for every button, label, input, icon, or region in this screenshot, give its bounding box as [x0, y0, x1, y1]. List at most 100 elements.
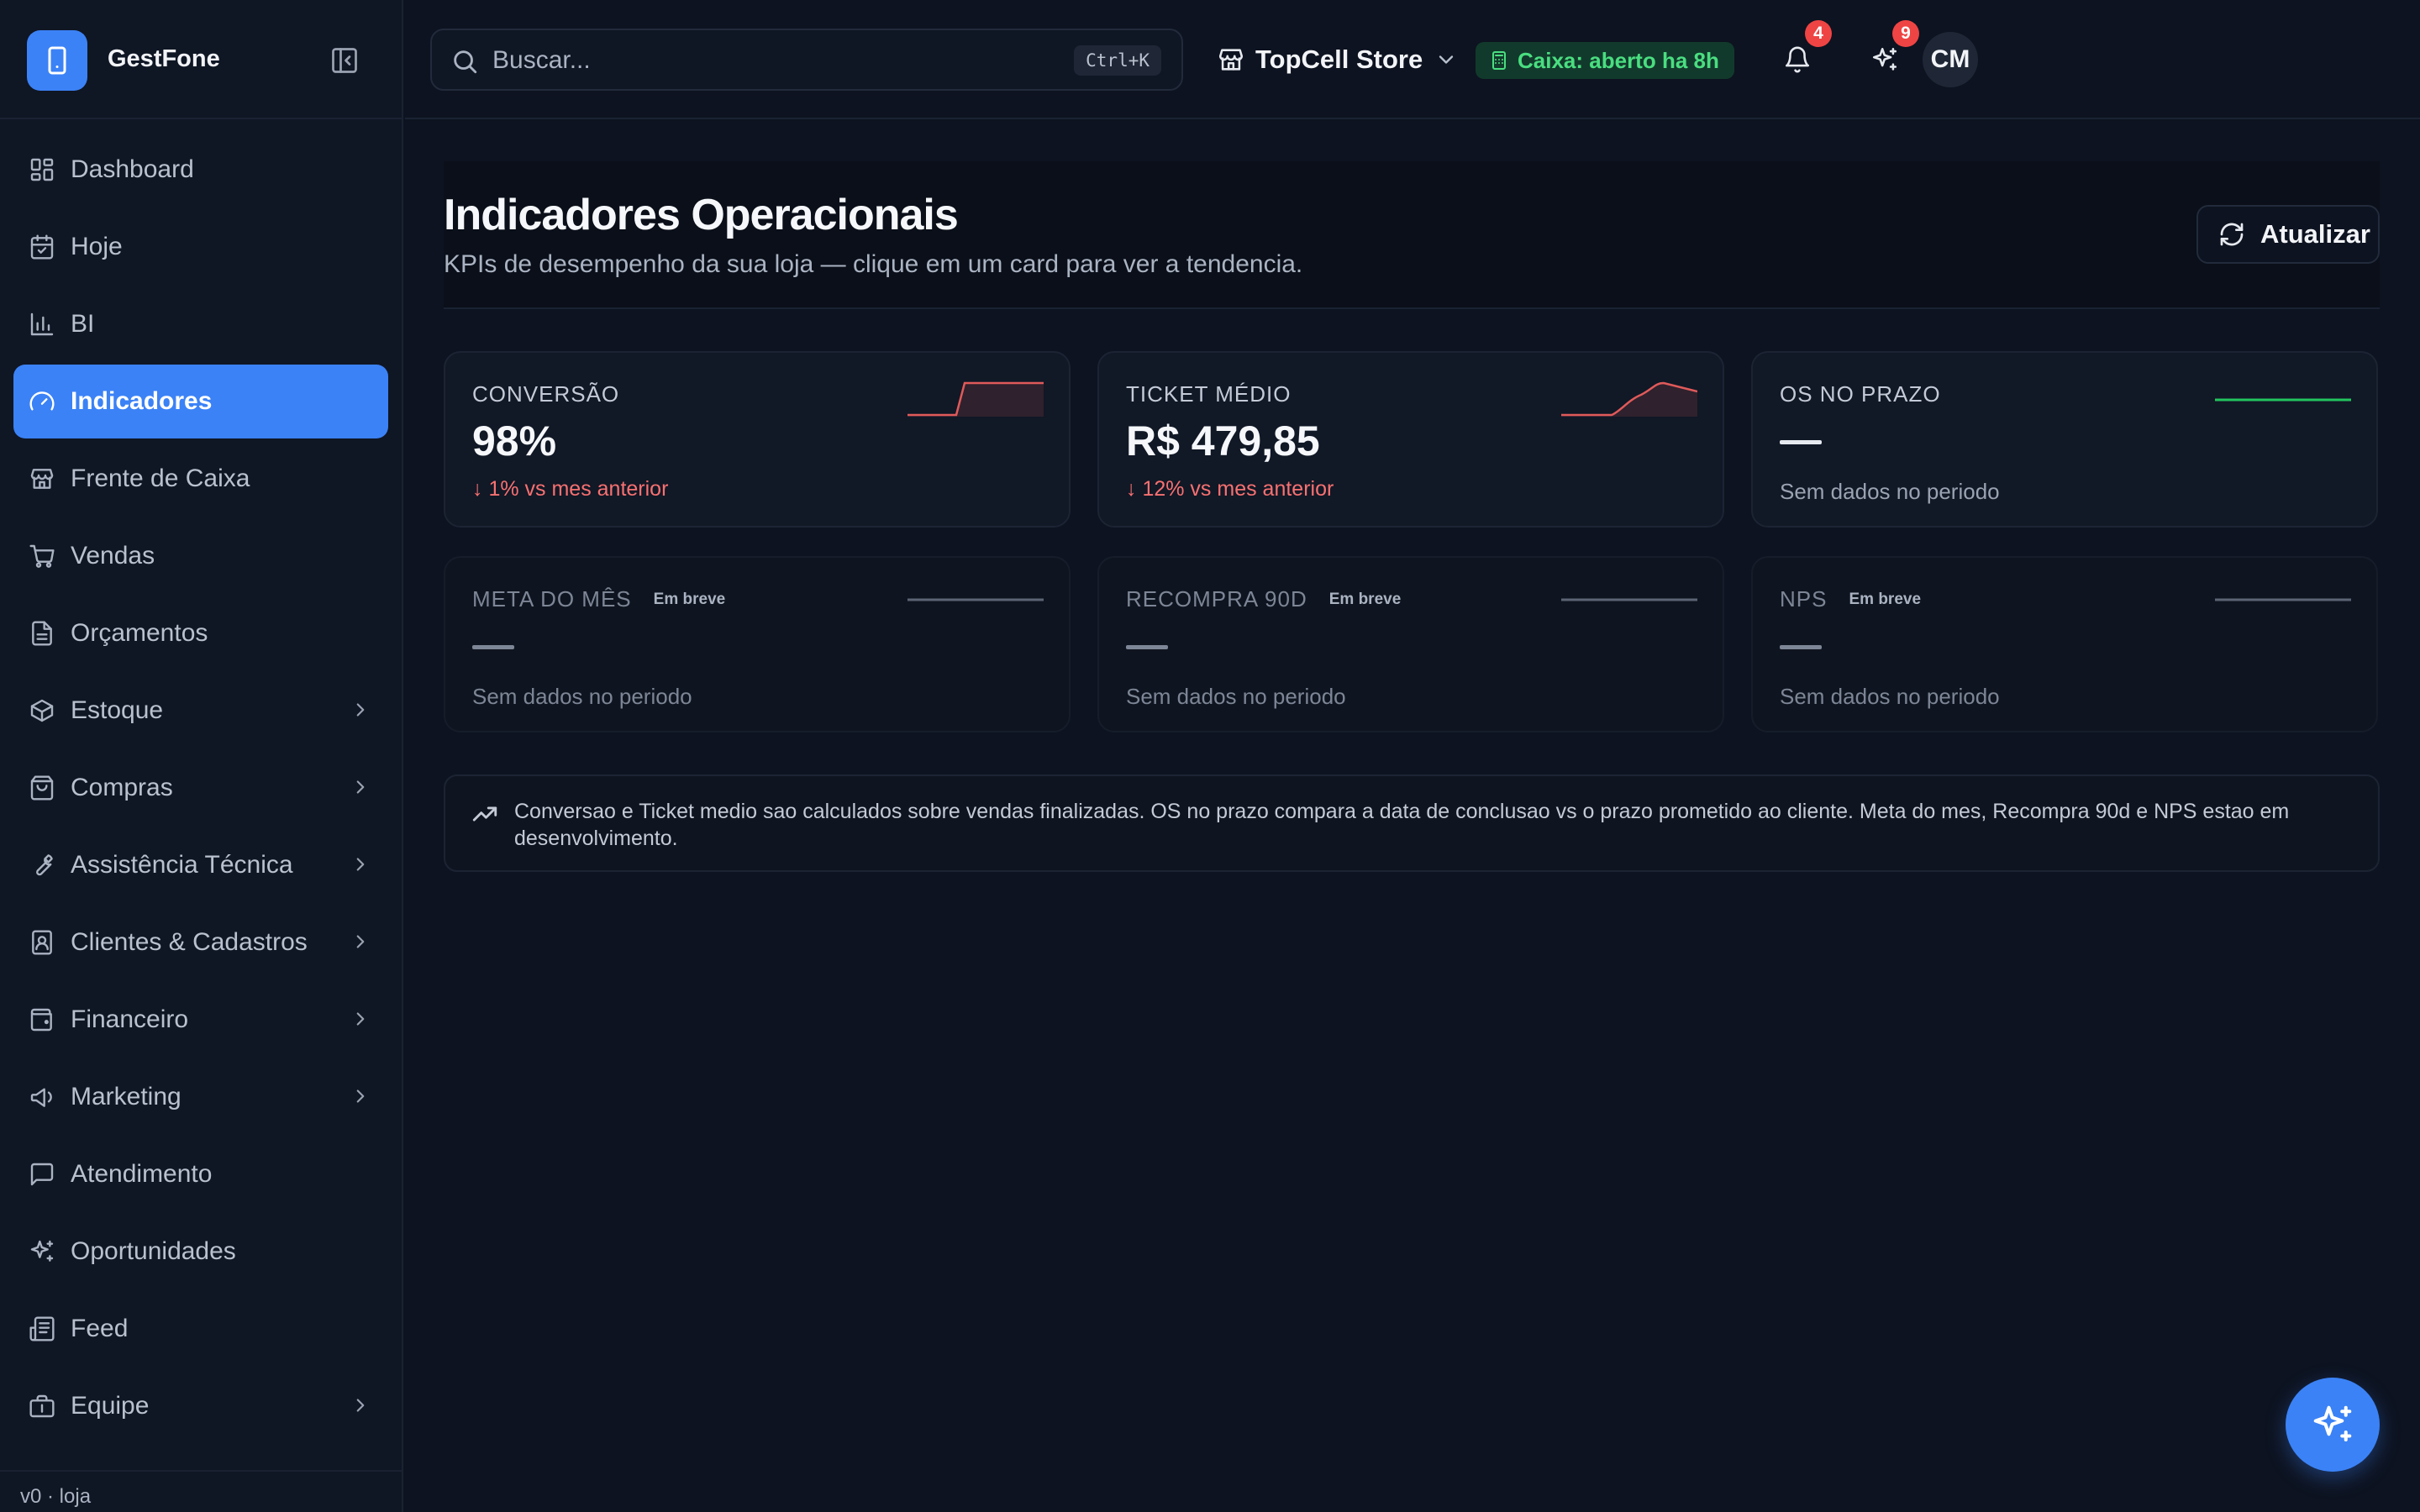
sidebar-item-clientes-cadastros[interactable]: Clientes & Cadastros [13, 906, 388, 979]
opportunities-button[interactable]: 9 [1864, 20, 1919, 81]
kpi-card-conversao[interactable]: CONVERSÃO 98% ↓ 1% vs mes anterior [444, 351, 1071, 528]
sidebar-item-equipe[interactable]: Equipe [13, 1369, 388, 1443]
sidebar-item-label: Compras [71, 774, 173, 801]
notifications-button[interactable]: 4 [1776, 20, 1832, 81]
sidebar-item-compras[interactable]: Compras [13, 751, 388, 825]
kpi-trend: ↓ 12% vs mes anterior [1126, 477, 1334, 501]
dashboard-icon [27, 155, 57, 185]
search-box[interactable]: Ctrl+K [430, 29, 1183, 91]
kpi-empty-value [1126, 645, 1168, 649]
kpi-label-text: NPS [1780, 586, 1828, 612]
sidebar-item-atendimento[interactable]: Atendimento [13, 1137, 388, 1211]
kpi-note: Sem dados no periodo [1126, 684, 1346, 709]
sidebar-item-vendas[interactable]: Vendas [13, 519, 388, 593]
kpi-empty-value [1780, 645, 1822, 649]
search-input[interactable] [492, 40, 1030, 81]
sidebar-item-label: Financeiro [71, 1005, 189, 1033]
sidebar-item-financeiro[interactable]: Financeiro [13, 983, 388, 1057]
gauge-icon [27, 386, 57, 417]
topbar: Ctrl+K TopCell Store Caixa: aberto ha 8h… [405, 0, 2420, 119]
sidebar-item-frente-de-caixa[interactable]: Frente de Caixa [13, 442, 388, 516]
kpi-card-os-no-prazo[interactable]: OS NO PRAZO Sem dados no periodo [1751, 351, 2378, 528]
store-selector[interactable]: TopCell Store [1217, 37, 1460, 82]
kpi-empty-value [472, 645, 514, 649]
sidebar-item-dashboard[interactable]: Dashboard [13, 133, 388, 207]
sidebar-item-hoje[interactable]: Hoje [13, 210, 388, 284]
brand-header: GestFone [0, 0, 403, 119]
sidebar-item-marketing[interactable]: Marketing [13, 1060, 388, 1134]
page-subtitle: KPIs de desempenho da sua loja — clique … [444, 250, 1303, 278]
document-icon [27, 618, 57, 648]
app-root: GestFone Dashboard Hoje BI Indicadores Frent… [0, 0, 2420, 1512]
coming-soon-badge: Em breve [1849, 590, 1922, 608]
bar-chart-icon [27, 309, 57, 339]
kpi-label: OS NO PRAZO [1780, 381, 1941, 407]
kpi-trend: ↓ 1% vs mes anterior [472, 477, 669, 501]
kpi-note: Sem dados no periodo [1780, 479, 2000, 504]
sidebar-item-oportunidades[interactable]: Oportunidades [13, 1215, 388, 1289]
sidebar-item-label: Oportunidades [71, 1237, 236, 1265]
sidebar-item-label: Atendimento [71, 1160, 213, 1188]
store-icon [1217, 45, 1247, 75]
message-icon [27, 1159, 57, 1189]
contacts-icon [27, 927, 57, 958]
sidebar-item-label: Vendas [71, 542, 155, 570]
kpi-note: Sem dados no periodo [472, 684, 692, 709]
notifications-badge: 4 [1805, 20, 1832, 47]
kpi-label: NPS Em breve [1780, 586, 1921, 612]
sidebar-item-label: Dashboard [71, 155, 194, 183]
bell-icon [1785, 46, 1810, 73]
kpi-value: R$ 479,85 [1126, 417, 1320, 465]
cart-icon [27, 541, 57, 571]
avatar[interactable]: CM [1923, 32, 1978, 87]
kpi-label: META DO MÊS Em breve [472, 586, 725, 612]
kpi-note: Sem dados no periodo [1780, 684, 2000, 709]
kpi-label: RECOMPRA 90D Em breve [1126, 586, 1401, 612]
sidebar-item-label: Assistência Técnica [71, 851, 293, 879]
cashier-status-badge[interactable]: Caixa: aberto ha 8h [1476, 42, 1734, 79]
search-shortcut: Ctrl+K [1074, 45, 1161, 76]
chevron-right-icon [350, 853, 373, 877]
sidebar-item-feed[interactable]: Feed [13, 1292, 388, 1366]
brand-name: GestFone [108, 45, 220, 72]
sparkline-chart [1561, 381, 1697, 417]
kpi-value: 98% [472, 417, 557, 465]
sidebar-item-label: Indicadores [71, 387, 213, 415]
chevron-right-icon [350, 1008, 373, 1032]
sidebar-item-bi[interactable]: BI [13, 287, 388, 361]
shopping-bag-icon [27, 773, 57, 803]
sidebar-item-assistencia-tecnica[interactable]: Assistência Técnica [13, 828, 388, 902]
sidebar-item-label: Equipe [71, 1392, 150, 1420]
kpi-card-nps: NPS Em breve Sem dados no periodo [1751, 556, 2378, 732]
newspaper-icon [27, 1314, 57, 1344]
wrench-icon [27, 850, 57, 880]
calculator-icon [1489, 50, 1511, 71]
sidebar-item-indicadores[interactable]: Indicadores [13, 365, 388, 438]
sidebar-item-estoque[interactable]: Estoque [13, 674, 388, 748]
refresh-icon [2218, 220, 2247, 249]
sidebar-collapse-icon[interactable] [328, 44, 361, 77]
sparkline-chart [1561, 598, 1697, 601]
kpi-card-meta-do-mes: META DO MÊS Em breve Sem dados no period… [444, 556, 1071, 732]
sidebar-item-label: Frente de Caixa [71, 465, 250, 492]
sidebar-item-orcamentos[interactable]: Orçamentos [13, 596, 388, 670]
sparkles-icon [27, 1236, 57, 1267]
sidebar-item-label: Clientes & Cadastros [71, 928, 308, 956]
sidebar-item-label: Hoje [71, 233, 123, 260]
chevron-down-icon [1434, 47, 1460, 72]
briefcase-icon [27, 1391, 57, 1421]
phone-logo-icon [27, 30, 87, 91]
sidebar-item-label: Marketing [71, 1083, 182, 1110]
chevron-right-icon [350, 1394, 373, 1418]
coming-soon-badge: Em breve [1328, 590, 1402, 608]
calendar-icon [27, 232, 57, 262]
kpi-card-recompra-90d: RECOMPRA 90D Em breve Sem dados no perio… [1097, 556, 1724, 732]
sparkles-icon [2313, 1405, 2352, 1442]
sparkles-icon [1872, 47, 1897, 71]
assistant-fab-button[interactable] [2286, 1378, 2380, 1472]
search-icon [454, 50, 477, 74]
kpi-card-ticket-medio[interactable]: TICKET MÉDIO R$ 479,85 ↓ 12% vs mes ante… [1097, 351, 1724, 528]
kpi-empty-value [1780, 440, 1822, 444]
refresh-button[interactable]: Atualizar [2196, 205, 2380, 264]
wallet-icon [27, 1005, 57, 1035]
